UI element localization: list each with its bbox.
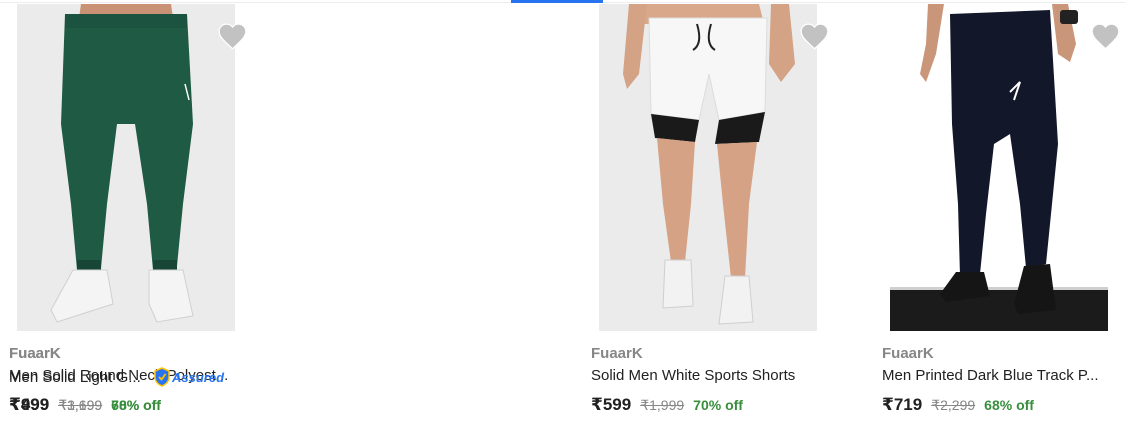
original-price: ₹3,199 xyxy=(58,397,103,413)
product-image[interactable] xyxy=(599,4,817,331)
title-row: Men Solid Light G... Assured xyxy=(9,367,274,387)
selling-price: ₹599 xyxy=(591,395,632,414)
product-image-white-shorts xyxy=(599,4,817,331)
wishlist-button[interactable] xyxy=(217,22,248,50)
product-title[interactable]: Men Printed Dark Blue Track P... xyxy=(882,367,1125,384)
brand-name: FuaarK xyxy=(591,345,643,362)
discount-label: 68% off xyxy=(984,397,1034,413)
price-row: ₹999 ₹3,199 68% off xyxy=(9,395,161,415)
selling-price: ₹999 xyxy=(9,395,50,414)
assured-label: Assured xyxy=(172,369,225,385)
product-image-track-pants xyxy=(890,4,1108,331)
wishlist-button[interactable] xyxy=(799,22,830,50)
product-image[interactable] xyxy=(890,4,1108,331)
price-row: ₹599 ₹1,999 70% off xyxy=(591,395,743,415)
product-title[interactable]: Solid Men White Sports Shorts xyxy=(591,367,856,384)
product-image[interactable] xyxy=(17,4,235,331)
product-image-green-joggers xyxy=(17,4,235,331)
price-row: ₹719 ₹2,299 68% off xyxy=(882,395,1034,415)
product-card[interactable]: FuaarK Solid Men White Sports Shorts ₹59… xyxy=(582,0,862,425)
original-price: ₹2,299 xyxy=(931,397,976,413)
selling-price: ₹719 xyxy=(882,395,923,414)
heart-icon xyxy=(218,23,247,50)
product-card[interactable]: FuaarK Men Solid Light G... Assured ₹999… xyxy=(0,0,280,425)
original-price: ₹1,999 xyxy=(640,397,685,413)
heart-icon xyxy=(800,23,829,50)
heart-icon xyxy=(1091,23,1120,50)
wishlist-button[interactable] xyxy=(1090,22,1121,50)
product-card[interactable]: FuaarK Men Printed Dark Blue Track P... … xyxy=(873,0,1125,425)
discount-label: 68% off xyxy=(111,397,161,413)
assured-badge-icon xyxy=(154,367,170,387)
discount-label: 70% off xyxy=(693,397,743,413)
assured-badge: Assured xyxy=(153,367,224,387)
brand-name: FuaarK xyxy=(9,345,61,362)
product-title[interactable]: Men Solid Light G... xyxy=(9,369,151,386)
brand-name: FuaarK xyxy=(882,345,934,362)
